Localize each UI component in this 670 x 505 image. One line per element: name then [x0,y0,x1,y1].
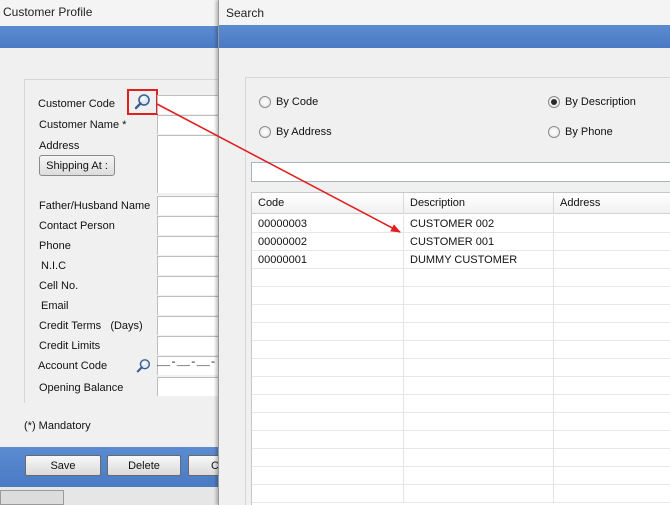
required-marker: * [122,119,127,131]
credit-limits-field[interactable] [157,336,222,355]
empty-row [252,413,670,431]
radio-label: By Description [565,96,636,108]
customer-profile-titlebar: Customer Profile [0,0,222,26]
cell-description: DUMMY CUSTOMER [404,251,554,269]
empty-row [252,323,670,341]
grid-header: Code Description Address [252,193,670,214]
empty-row [252,269,670,287]
email-label: Email [41,300,69,312]
mandatory-note: (*) Mandatory [24,420,91,432]
customer-profile-window: Customer Profile Customer Code Customer … [0,0,222,505]
cell-address [554,233,670,251]
search-window: Search By Code By Description By Address… [218,0,670,505]
empty-row [252,377,670,395]
customer-profile-title: Customer Profile [3,5,93,19]
credit-limits-label: Credit Limits [39,340,101,352]
radio-by-code[interactable]: By Code [259,95,318,109]
cell-description: CUSTOMER 001 [404,233,554,251]
radio-label: By Phone [565,126,613,138]
email-field[interactable] [157,296,222,315]
empty-row [252,467,670,485]
cell-no-field[interactable] [157,276,222,295]
contact-person-field[interactable] [157,216,222,235]
magnifier-icon [136,359,151,373]
save-button[interactable]: Save [25,455,101,476]
nic-field[interactable] [157,256,222,275]
father-husband-name-label: Father/Husband Name [39,200,151,212]
customer-name-label-text: Customer Name [39,119,120,131]
customer-code-field[interactable] [157,95,222,114]
empty-row [252,341,670,359]
results-grid[interactable]: Code Description Address 00000003 CUSTOM… [251,192,670,505]
cell-no-label: Cell No. [39,280,79,292]
delete-button[interactable]: Delete [107,455,181,476]
table-row[interactable]: 00000003 CUSTOMER 002 [252,215,670,233]
search-titlebar: Search [219,0,670,25]
shipping-at-button[interactable]: Shipping At : [39,155,115,176]
column-header-address[interactable]: Address [554,193,670,214]
radio-label: By Address [276,126,332,138]
opening-balance-field[interactable] [157,377,222,396]
customer-name-label: Customer Name * [39,119,126,131]
account-code-search-button[interactable] [135,357,153,375]
contact-person-label: Contact Person [39,220,115,232]
radio-label: By Code [276,96,319,108]
empty-row [252,305,670,323]
radio-by-address[interactable]: By Address [259,125,332,139]
cell-address [554,251,670,269]
cell-address [554,215,670,233]
account-code-label: Account Code [38,360,108,372]
cell-description: CUSTOMER 002 [404,215,554,233]
address-field[interactable] [157,135,222,193]
radio-circle-selected[interactable] [548,96,560,108]
taskbar-tab[interactable] [0,490,64,505]
empty-row [252,395,670,413]
column-header-code[interactable]: Code [252,193,404,214]
cell-code: 00000003 [252,215,404,233]
table-row[interactable]: 00000002 CUSTOMER 001 [252,233,670,251]
radio-circle[interactable] [548,126,560,138]
empty-row [252,449,670,467]
cell-code: 00000002 [252,233,404,251]
phone-field[interactable] [157,236,222,255]
empty-row [252,359,670,377]
account-code-mask: __-__-__- [157,357,217,369]
phone-label: Phone [39,240,71,252]
search-header-bar [219,25,670,48]
table-row[interactable]: 00000001 DUMMY CUSTOMER [252,251,670,269]
address-label: Address [39,140,80,152]
customer-code-label: Customer Code [38,98,116,110]
empty-row [252,485,670,503]
magnifier-icon [134,94,150,110]
search-input[interactable] [251,162,670,182]
credit-terms-label-text: Credit Terms [39,320,102,332]
empty-row [252,287,670,305]
radio-by-description[interactable]: By Description [548,95,636,109]
opening-balance-label: Opening Balance [39,382,124,394]
close-button[interactable]: C [188,455,222,476]
nic-label: N.I.C [41,260,67,272]
radio-by-phone[interactable]: By Phone [548,125,613,139]
radio-circle[interactable] [259,126,271,138]
credit-terms-unit: (Days) [110,320,143,332]
cell-code: 00000001 [252,251,404,269]
search-title: Search [226,6,265,20]
column-header-description[interactable]: Description [404,193,554,214]
customer-name-field[interactable] [157,115,222,134]
father-husband-name-field[interactable] [157,196,222,215]
credit-terms-field[interactable] [157,316,222,335]
credit-terms-label: Credit Terms (Days) [39,320,143,332]
customer-code-search-button[interactable] [127,89,158,115]
empty-row [252,431,670,449]
radio-circle[interactable] [259,96,271,108]
customer-profile-header-bar [0,26,222,48]
